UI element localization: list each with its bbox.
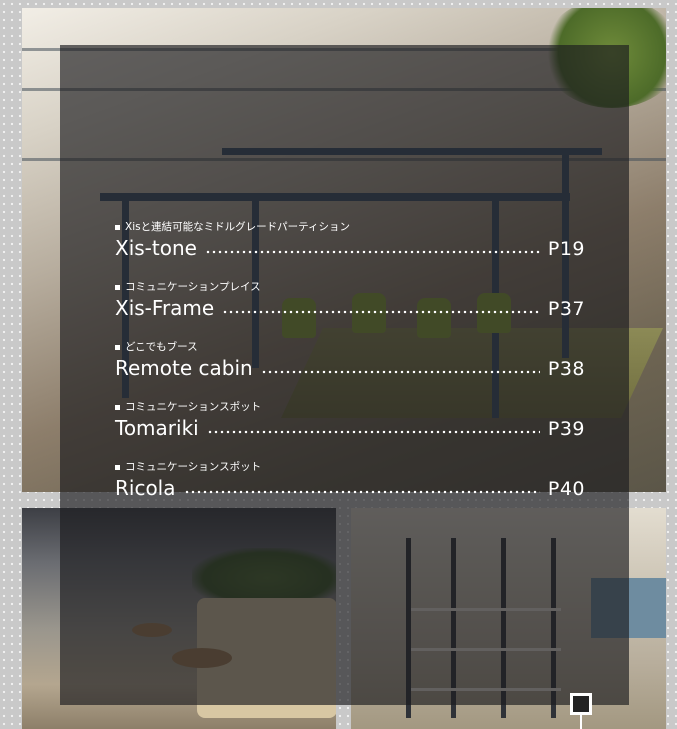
toc-category-label: どこでもブース [125,341,198,353]
toc-category: Xisと連結可能なミドルグレードパーティション [115,220,585,234]
toc-entry-remote-cabin[interactable]: どこでもブース Remote cabin P38 [115,340,585,382]
toc-title: Xis-tone [115,236,197,260]
leader-dots [206,415,540,435]
toc-category-label: コミュニケーションスポット [125,461,262,473]
toc-category: コミュニケーションスポット [115,460,585,474]
toc-page-number: P37 [547,298,585,320]
page-marker-icon [570,693,592,715]
leader-dots [204,235,540,255]
toc-category: どこでもブース [115,340,585,354]
bullet-square-icon [115,224,120,230]
leader-dots [222,295,540,315]
toc-entry-xis-frame[interactable]: コミュニケーションプレイス Xis-Frame P37 [115,280,585,322]
bullet-square-icon [115,464,120,470]
bullet-square-icon [115,284,120,290]
toc-entry-ricola[interactable]: コミュニケーションスポット Ricola P40 [115,460,585,502]
toc-category: コミュニケーションスポット [115,400,585,414]
bullet-square-icon [115,404,120,410]
toc-entry-xis-tone[interactable]: Xisと連結可能なミドルグレードパーティション Xis-tone P19 [115,220,585,262]
toc-category-label: コミュニケーションスポット [125,401,262,413]
toc-category-label: コミュニケーションプレイス [125,281,261,293]
toc-page-number: P40 [547,478,585,500]
toc-title: Tomariki [115,416,199,440]
bullet-square-icon [115,344,120,350]
toc-category-label: Xisと連結可能なミドルグレードパーティション [125,221,350,233]
leader-dots [260,355,540,375]
toc-title: Xis-Frame [115,296,215,320]
toc-title: Ricola [115,476,176,500]
toc-category: コミュニケーションプレイス [115,280,585,294]
toc-page-number: P39 [547,418,585,440]
toc-page-number: P19 [547,238,585,260]
toc-title: Remote cabin [115,356,253,380]
page-marker-stem [580,715,582,729]
leader-dots [183,475,540,495]
toc-page-number: P38 [547,358,585,380]
toc-entry-tomariki[interactable]: コミュニケーションスポット Tomariki P39 [115,400,585,442]
